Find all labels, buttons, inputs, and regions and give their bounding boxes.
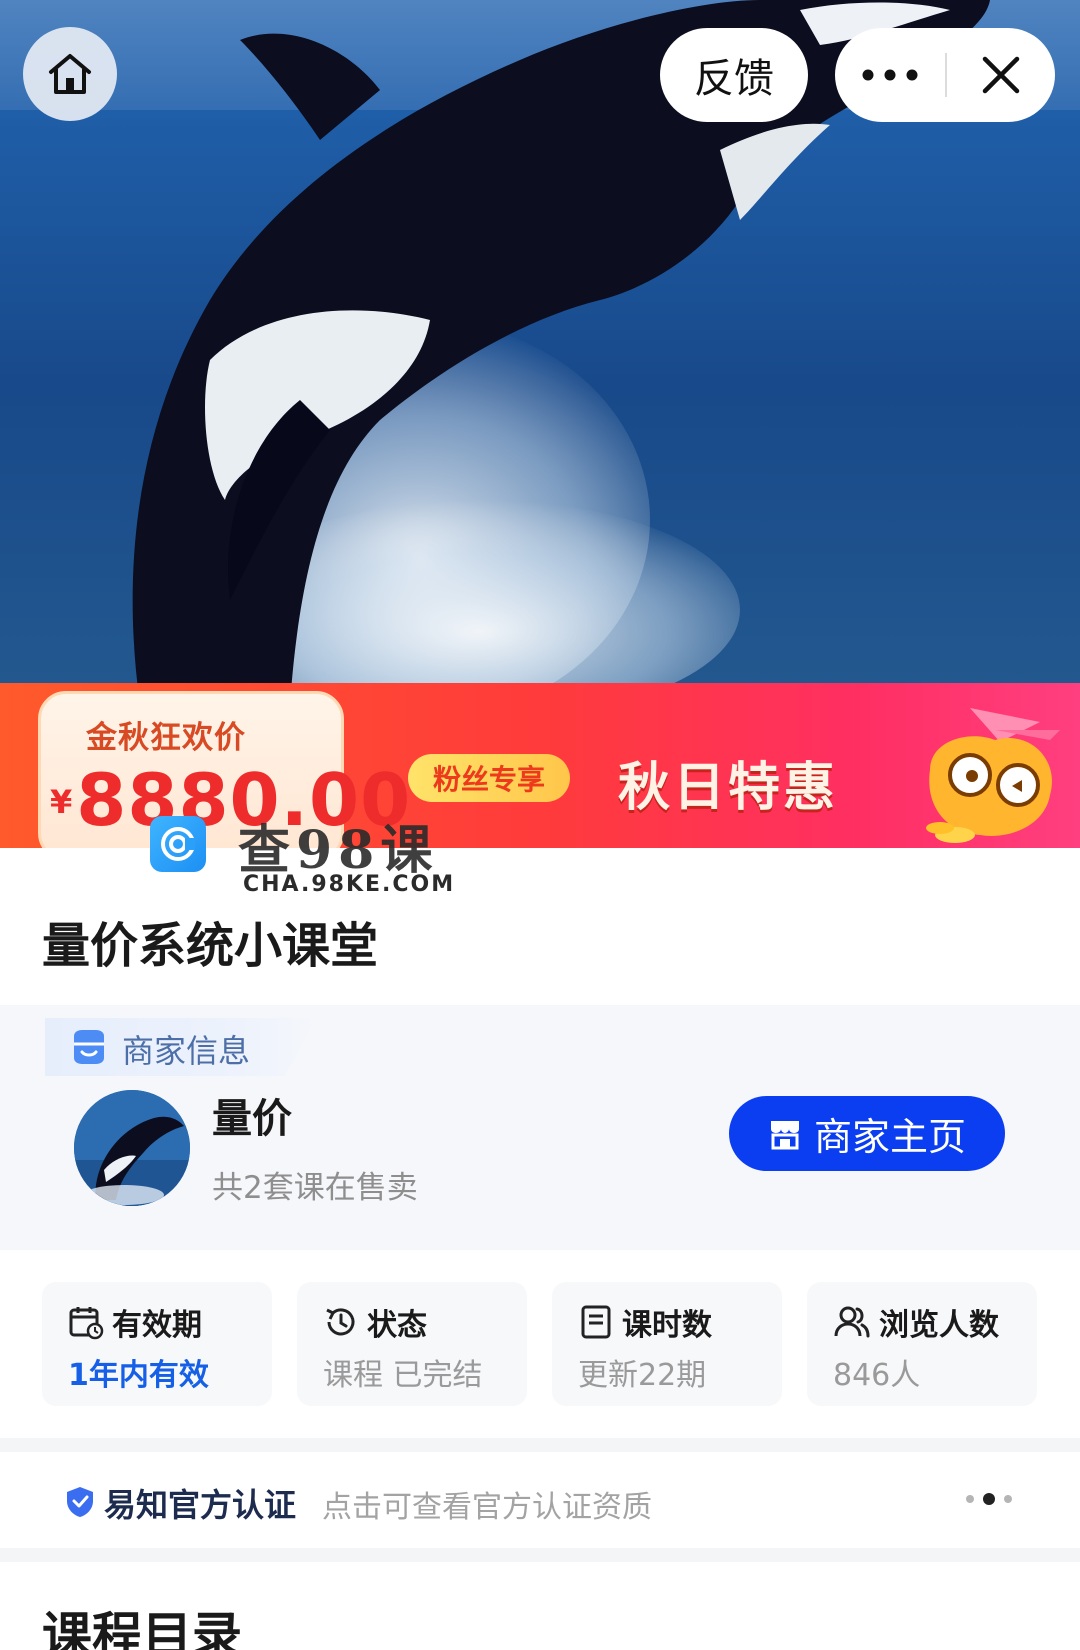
currency-symbol: ¥ [50, 783, 73, 821]
stat-validity-head: 有效期 [68, 1300, 202, 1344]
feedback-button[interactable]: 反馈 [660, 28, 808, 122]
course-title: 量价系统小课堂 [42, 918, 379, 974]
more-icon [862, 69, 918, 81]
merchant-section-label: 商家信息 [122, 1032, 251, 1070]
stat-views-head: 浏览人数 [833, 1300, 999, 1344]
watermark-url: CHA.98KE.COM [243, 872, 456, 897]
close-icon [982, 56, 1020, 94]
more-button[interactable] [835, 28, 945, 122]
stat-status-head: 状态 [323, 1300, 427, 1344]
history-icon [326, 1308, 355, 1336]
carousel-dots [966, 1493, 1012, 1505]
users-icon [834, 1306, 870, 1338]
carousel-dot-active [983, 1493, 995, 1505]
merchant-home-label: 商家主页 [813, 1115, 966, 1159]
merchant-store-icon [74, 1030, 104, 1064]
stat-status: 状态 课程 已完结 [297, 1282, 527, 1406]
stat-lessons-value: 更新22期 [578, 1358, 707, 1393]
stat-validity-value: 1年内有效 [68, 1358, 209, 1393]
merchant-avatar-image [74, 1090, 190, 1206]
stat-validity: 有效期 1年内有效 [42, 1282, 272, 1406]
watermark-logo-icon [161, 827, 195, 861]
feedback-label: 反馈 [694, 56, 774, 102]
document-icon [581, 1305, 611, 1339]
merchant-name: 量价 [212, 1096, 292, 1142]
stat-views-value: 846人 [833, 1358, 921, 1393]
carousel-dot [1004, 1495, 1012, 1503]
merchant-course-count: 共2套课在售卖 [212, 1170, 418, 1206]
close-button[interactable] [947, 28, 1055, 122]
merchant-home-button[interactable]: 商家主页 [729, 1096, 1005, 1171]
home-button[interactable] [23, 27, 117, 121]
certification-description[interactable]: 点击可查看官方认证资质 [322, 1482, 652, 1526]
stat-lessons: 课时数 更新22期 [552, 1282, 782, 1406]
watermark-logo [150, 816, 206, 872]
store-icon [770, 1120, 799, 1149]
home-icon [49, 54, 91, 94]
fans-exclusive-tag: 粉丝专享 [408, 754, 570, 802]
certification-title[interactable]: 易知官方认证 [104, 1480, 296, 1526]
stat-status-label: 状态 [367, 1308, 427, 1343]
shield-icon [67, 1487, 93, 1517]
mascot-icon [926, 708, 1060, 843]
section-divider [0, 1438, 1080, 1452]
calendar-icon [69, 1307, 104, 1340]
promo-label: 金秋狂欢价 [86, 720, 246, 756]
stat-views-label: 浏览人数 [879, 1308, 999, 1343]
section-divider [0, 1548, 1080, 1562]
stat-views: 浏览人数 846人 [807, 1282, 1037, 1406]
carousel-dot [966, 1495, 974, 1503]
avatar[interactable] [74, 1090, 190, 1206]
stat-validity-label: 有效期 [112, 1308, 202, 1343]
hero-banner: 反馈 [0, 0, 1080, 705]
stat-lessons-head: 课时数 [578, 1300, 712, 1344]
promo-headline: 秋日特惠 [618, 758, 839, 818]
catalog-title: 课程目录 [42, 1607, 242, 1650]
mini-program-capsule [835, 28, 1055, 122]
stat-status-value: 课程 已完结 [323, 1358, 483, 1393]
stat-lessons-label: 课时数 [622, 1308, 712, 1343]
